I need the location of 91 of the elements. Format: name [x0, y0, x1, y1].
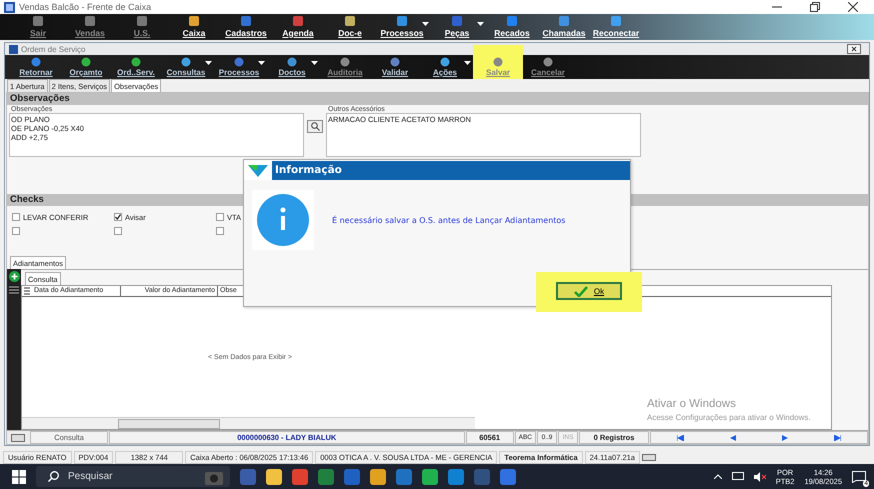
tile-icon: [84, 15, 96, 27]
toolbar-button[interactable]: Consultas: [161, 56, 211, 79]
toolbar-button[interactable]: Reconectar: [590, 14, 642, 40]
toolbar-button[interactable]: Ord..Serv.: [111, 56, 161, 79]
next-icon[interactable]: [782, 434, 788, 440]
tile-icon: [610, 15, 622, 27]
toolbar-button[interactable]: Orçamto: [61, 56, 111, 79]
tile-icon: [292, 15, 304, 27]
tile-icon: [396, 15, 408, 27]
previous-icon[interactable]: [730, 434, 736, 440]
toolbar-button[interactable]: Recados: [486, 14, 538, 40]
last-icon[interactable]: [834, 434, 841, 440]
form-icon: [9, 44, 18, 54]
close-icon[interactable]: [848, 2, 858, 12]
column-chooser-icon[interactable]: [24, 287, 30, 295]
checkbox[interactable]: [216, 213, 224, 221]
toolbar-button[interactable]: Cadastros: [220, 14, 272, 40]
circle-icon: [440, 57, 450, 67]
toolbar-button[interactable]: Doctos: [267, 56, 317, 79]
circle-icon: [31, 57, 41, 67]
circle-icon: [181, 57, 191, 67]
section-header: Observações: [7, 93, 868, 105]
circle-icon: [493, 57, 503, 67]
scrollbar-thumb[interactable]: [118, 419, 220, 429]
taskbar-app-icon[interactable]: [266, 468, 282, 484]
dialog-message: É necessário salvar a O.S. antes de Lançar Adiantamentos: [332, 216, 566, 224]
tile-icon: [506, 15, 518, 27]
notification-icon[interactable]: [852, 470, 866, 482]
toolbar-button[interactable]: Peças: [431, 14, 483, 40]
toolbar-button[interactable]: Processos: [214, 56, 264, 79]
circle-icon: [234, 57, 244, 67]
taskbar-app-icon[interactable]: [370, 468, 386, 484]
toolbar-button[interactable]: Chamadas: [538, 14, 590, 40]
toolbar-button[interactable]: Retornar: [11, 56, 61, 79]
checkbox[interactable]: [216, 227, 224, 235]
toolbar-button[interactable]: Doc-e: [324, 14, 376, 40]
tile-icon: [451, 15, 463, 27]
first-icon[interactable]: [677, 434, 684, 440]
dropdown-arrow-icon[interactable]: [205, 61, 212, 65]
keyboard-icon: [642, 454, 656, 460]
checkbox[interactable]: [12, 227, 20, 235]
dialog-title: Informação: [272, 160, 630, 180]
dropdown-arrow-icon[interactable]: [258, 61, 265, 65]
checkbox[interactable]: [12, 213, 20, 221]
ok-button[interactable]: Ok: [556, 282, 622, 300]
windows-start-icon[interactable]: [12, 470, 26, 484]
checkmark-icon: [574, 286, 588, 296]
toolbar-button[interactable]: Validar: [370, 56, 420, 79]
child-window-title: Ordem de Serviço: [21, 44, 86, 54]
search-button[interactable]: [307, 120, 323, 133]
info-icon: [257, 194, 309, 246]
dropdown-arrow-icon[interactable]: [422, 22, 429, 26]
activation-text: Acesse Configurações para ativar o Windows.: [647, 413, 811, 422]
tile-icon: [240, 15, 252, 27]
circle-icon: [131, 57, 141, 67]
tile-icon: [558, 15, 570, 27]
dropdown-arrow-icon[interactable]: [477, 22, 484, 26]
circle-icon: [287, 57, 297, 67]
network-icon[interactable]: [732, 472, 744, 482]
close-icon[interactable]: [847, 44, 861, 54]
add-icon[interactable]: [8, 271, 20, 282]
taskbar-app-icon[interactable]: [448, 468, 464, 484]
tile-icon: [188, 15, 200, 27]
list-icon[interactable]: [9, 286, 19, 294]
speaker-muted-icon[interactable]: [754, 472, 766, 482]
toolbar-button[interactable]: Ações: [420, 56, 470, 79]
logo-icon: [246, 162, 270, 178]
keyboard-icon: [11, 434, 25, 442]
tile-icon: [136, 15, 148, 27]
activation-title: Ativar o Windows: [647, 398, 737, 410]
restore-icon[interactable]: [810, 2, 820, 12]
dropdown-arrow-icon[interactable]: [464, 61, 471, 65]
dropdown-arrow-icon[interactable]: [311, 61, 318, 65]
taskbar-app-icon[interactable]: [422, 468, 438, 484]
checkbox[interactable]: [114, 227, 122, 235]
checkbox[interactable]: [114, 213, 122, 221]
circle-icon: [390, 57, 400, 67]
toolbar-button[interactable]: Caixa: [168, 14, 220, 40]
app-logo-icon: [4, 2, 15, 12]
tile-icon: [32, 15, 44, 27]
tile-icon: [344, 15, 356, 27]
search-icon: [310, 122, 320, 131]
toolbar-button[interactable]: Agenda: [272, 14, 324, 40]
search-icon: [48, 471, 59, 482]
circle-icon: [543, 57, 553, 67]
toolbar-button[interactable]: Processos: [376, 14, 428, 40]
window-title: Vendas Balcão - Frente de Caixa: [19, 2, 152, 12]
circle-icon: [340, 57, 350, 67]
taskbar-search-field[interactable]: Pesquisar: [36, 466, 230, 487]
circle-icon: [81, 57, 91, 67]
chevron-up-icon[interactable]: [714, 474, 722, 479]
